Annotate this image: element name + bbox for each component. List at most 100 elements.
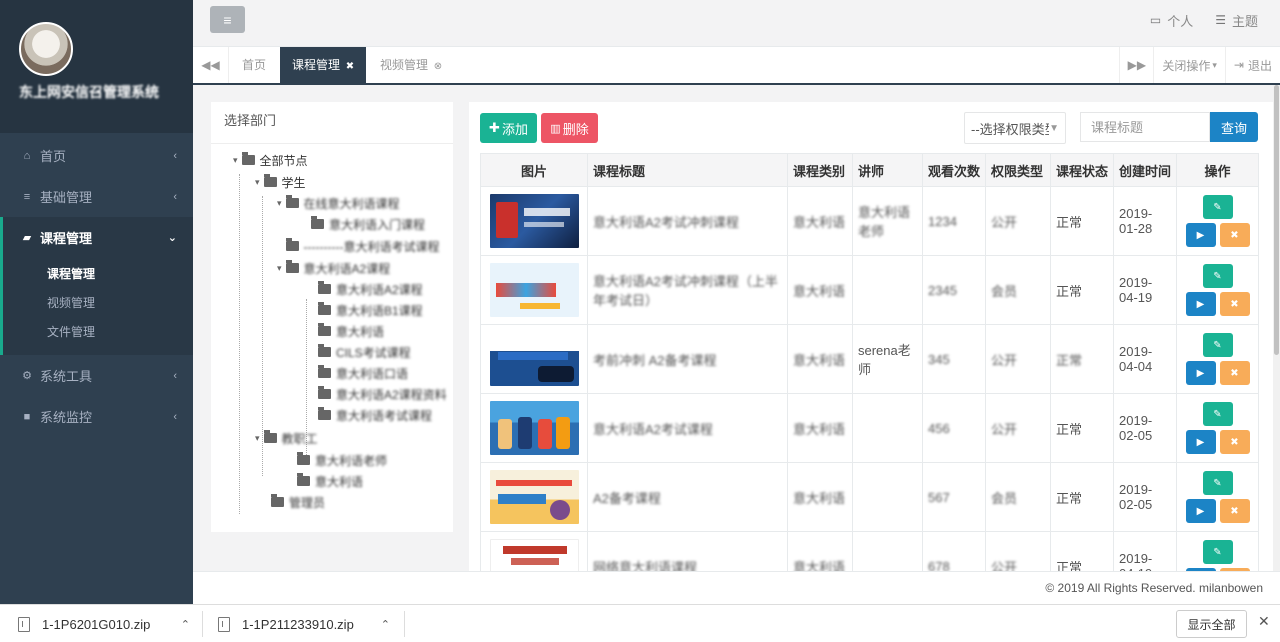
query-button[interactable]: 查询 — [1210, 112, 1258, 142]
tree-node[interactable]: ▸----------意大利语考试课程 — [277, 236, 440, 256]
personal-link[interactable]: ▭ 个人 — [1150, 11, 1193, 30]
tree-node-admin[interactable]: 管理员 — [271, 492, 325, 512]
tree-node[interactable]: ▾ 意大利语A2课程 — [277, 258, 390, 278]
tree-node[interactable]: 意大利语老师 — [297, 450, 387, 470]
play-button[interactable]: ▶ — [1185, 292, 1216, 316]
status-cell: 正常 — [1050, 324, 1114, 394]
table-row[interactable]: 考前冲刺 A2备考课程 意大利语 serena老师 345 公开 正常 2019… — [480, 324, 1259, 394]
folder-icon — [285, 238, 299, 251]
tab-home[interactable]: 首页 — [230, 47, 278, 83]
tree-node[interactable]: 意大利语入门课程 — [311, 214, 425, 234]
close-icon[interactable]: ✕ — [1258, 613, 1270, 630]
tree-node[interactable]: 意大利语 — [297, 471, 363, 491]
close-icon[interactable]: ✖ — [343, 61, 354, 72]
edit-button[interactable]: ✎ — [1202, 471, 1233, 495]
play-button[interactable]: ▶ — [1185, 361, 1216, 385]
remove-button[interactable]: ✖ — [1219, 361, 1250, 385]
tree-title: 选择部门 — [211, 102, 453, 144]
course-thumbnail[interactable] — [489, 539, 579, 571]
collapse-icon[interactable]: ▾ — [255, 177, 260, 188]
home-icon: ⌂ — [23, 149, 31, 162]
collapse-icon[interactable]: ▾ — [277, 263, 282, 274]
menu-toggle-button[interactable]: ≡ — [210, 6, 245, 33]
download-item[interactable]: 1-1P211233910.zip ⌃ — [218, 605, 390, 642]
avatar[interactable] — [19, 22, 73, 76]
sidebar-item-home[interactable]: ⌂ 首页 ‹ — [0, 135, 193, 176]
table-row[interactable]: 网络意大利语课程 意大利语 678 公开 正常 2019-04-19 ✎▶✖ — [480, 531, 1259, 571]
tree-node[interactable]: 意大利语A2课程 — [318, 279, 423, 299]
title-cell: 意大利语A2考试课程 — [587, 393, 788, 463]
permission-type-select[interactable]: --选择权限类型--▼ — [964, 112, 1066, 144]
course-category: 意大利语 — [793, 352, 846, 368]
sidebar-item-basic[interactable]: ≡ 基础管理 ‹ — [0, 176, 193, 217]
close-ops-dropdown[interactable]: 关闭操作 ▾ — [1153, 47, 1225, 83]
submenu-item-video[interactable]: 视频管理 — [3, 289, 193, 318]
sidebar-item-tools[interactable]: ⚙ 系统工具 ‹ — [0, 355, 193, 396]
remove-button[interactable]: ✖ — [1219, 499, 1250, 523]
play-button[interactable]: ▶ — [1185, 499, 1216, 523]
course-thumbnail[interactable] — [489, 332, 579, 386]
course-thumbnail[interactable] — [489, 401, 579, 455]
play-button[interactable]: ▶ — [1185, 223, 1216, 247]
tree-node[interactable]: CILS考试课程 — [318, 342, 411, 362]
add-button[interactable]: ✚ 添加 — [480, 113, 537, 143]
course-thumbnail[interactable] — [489, 194, 579, 248]
course-category: 意大利语 — [793, 421, 846, 437]
tree-node-student[interactable]: ▾ 学生 — [255, 172, 306, 192]
chevron-up-icon[interactable]: ⌃ — [181, 618, 190, 631]
table-row[interactable]: 意大利语A2考试课程 意大利语 456 公开 正常 2019-02-05 ✎ ▶ ✖ — [480, 393, 1259, 463]
tab-video-management[interactable]: 视频管理 ⊗ — [368, 47, 454, 83]
submenu-item-file[interactable]: 文件管理 — [3, 318, 193, 347]
page-scrollbar[interactable] — [1273, 85, 1280, 571]
course-thumbnail[interactable] — [489, 263, 579, 317]
edit-button[interactable]: ✎ — [1202, 264, 1233, 288]
caret-down-icon: ▾ — [1212, 59, 1217, 70]
scrollbar-thumb[interactable] — [1274, 85, 1279, 355]
tree-node-staff[interactable]: ▾ 教职工 — [255, 428, 318, 448]
tree-node[interactable]: 意大利语考试课程 — [318, 405, 432, 425]
remove-button[interactable]: ✖ — [1219, 430, 1250, 454]
theme-link[interactable]: ☰ 主题 — [1215, 11, 1258, 30]
folder-icon — [297, 452, 310, 465]
sidebar-item-course[interactable]: ▰ 课程管理 ⌄ — [0, 217, 193, 258]
close-icon[interactable]: ⊗ — [431, 61, 442, 72]
tree-line — [239, 174, 240, 514]
tree-node-label: 意大利语 — [336, 324, 385, 339]
chevron-up-icon[interactable]: ⌃ — [381, 618, 390, 631]
table-row[interactable]: 意大利语A2考试冲刺课程（上半年考试日） 意大利语 2345 会员 正常 201… — [480, 255, 1259, 325]
collapse-icon[interactable]: ▾ — [255, 433, 260, 444]
sidebar-item-monitor[interactable]: ■ 系统监控 ‹ — [0, 396, 193, 437]
tree-node[interactable]: 意大利语A2课程资料 — [318, 384, 447, 404]
show-all-button[interactable]: 显示全部 — [1176, 610, 1247, 638]
play-button[interactable]: ▶ — [1185, 430, 1216, 454]
view-count: 456 — [928, 420, 950, 436]
date-cell: 2019-04-19 — [1113, 255, 1177, 325]
tab-scroll-right-button[interactable]: ▶▶ — [1119, 47, 1153, 83]
delete-button[interactable]: ▥ 删除 — [541, 113, 598, 143]
course-thumbnail[interactable] — [489, 470, 579, 524]
image-cell — [480, 393, 588, 463]
column-header: 操作 — [1176, 153, 1259, 187]
logout-button[interactable]: ⇥ 退出 — [1224, 47, 1280, 83]
edit-button[interactable]: ✎ — [1202, 540, 1233, 564]
course-title-search-input[interactable] — [1080, 112, 1210, 142]
download-item[interactable]: 1-1P6201G010.zip ⌃ — [18, 605, 190, 642]
edit-button[interactable]: ✎ — [1202, 333, 1233, 357]
tree-node[interactable]: 意大利语 — [318, 321, 384, 341]
table-row[interactable]: A2备考课程 意大利语 567 会员 正常 2019-02-05 ✎ ▶ ✖ — [480, 462, 1259, 532]
table-row[interactable]: 意大利语A2考试冲刺课程 意大利语 意大利语老师 1234 公开 正常 2019… — [480, 186, 1259, 256]
tree-node[interactable]: 意大利语B1课程 — [318, 300, 423, 320]
title-cell: 网络意大利语课程 — [587, 531, 788, 571]
edit-button[interactable]: ✎ — [1202, 195, 1233, 219]
collapse-icon[interactable]: ▾ — [233, 155, 238, 166]
remove-button[interactable]: ✖ — [1219, 292, 1250, 316]
collapse-icon[interactable]: ▾ — [277, 198, 282, 209]
tab-course-management[interactable]: 课程管理 ✖ — [280, 47, 367, 83]
tree-node[interactable]: 意大利语口语 — [318, 363, 408, 383]
tab-scroll-left-button[interactable]: ◀◀ — [193, 47, 229, 83]
submenu-item-course[interactable]: 课程管理 — [3, 260, 193, 289]
tree-node-root[interactable]: ▾ 全部节点 — [233, 150, 308, 170]
edit-button[interactable]: ✎ — [1202, 402, 1233, 426]
tree-node[interactable]: ▾ 在线意大利语课程 — [277, 193, 400, 213]
remove-button[interactable]: ✖ — [1219, 223, 1250, 247]
